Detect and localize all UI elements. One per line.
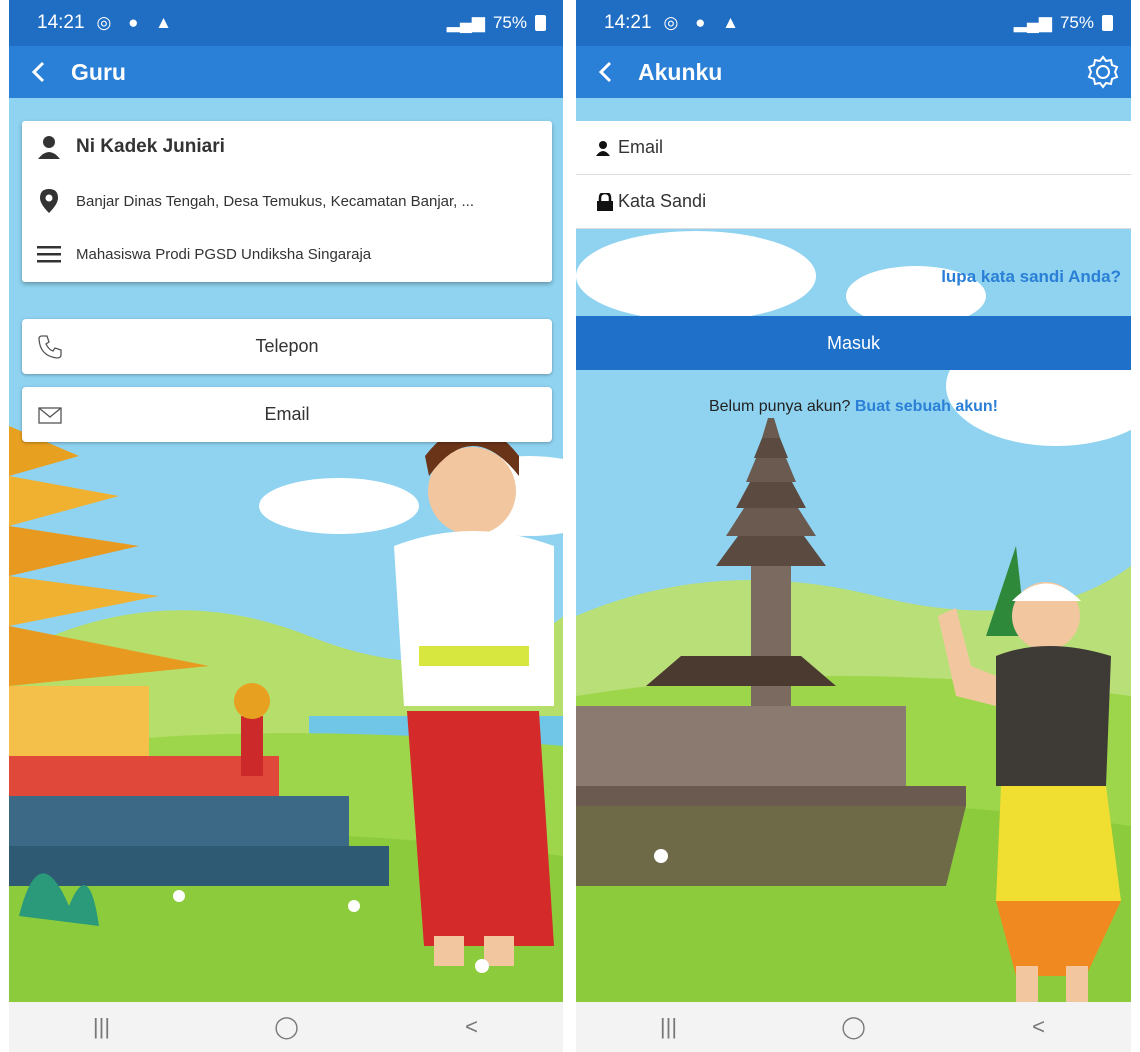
notification-icons: ◎ ● ▲ xyxy=(96,13,178,32)
page-title: Guru xyxy=(71,58,126,85)
teacher-info-card: Ni Kadek Juniari Banjar Dinas Tengah, De… xyxy=(22,121,552,282)
status-time: 14:21 xyxy=(37,12,85,33)
status-right-group: ▂▄▆ 75% xyxy=(1014,13,1113,33)
lock-icon xyxy=(596,192,618,211)
app-bar: Guru xyxy=(9,46,564,98)
status-time: 14:21 xyxy=(604,12,652,33)
person-icon xyxy=(596,140,618,156)
page-title: Akunku xyxy=(638,58,723,85)
envelope-icon xyxy=(38,407,62,424)
system-nav-bar: ||| ◯ < xyxy=(9,1002,564,1052)
system-back-button[interactable]: < xyxy=(442,1007,502,1047)
recent-apps-button[interactable]: ||| xyxy=(639,1007,699,1047)
menu-lines-icon xyxy=(22,245,76,263)
battery-percent: 75% xyxy=(492,13,527,32)
battery-percent: 75% xyxy=(1059,13,1094,32)
teacher-address: Banjar Dinas Tengah, Desa Temukus, Kecam… xyxy=(76,192,475,210)
status-bar: 14:21 ◎ ● ▲ ▂▄▆ 75% xyxy=(576,0,1131,46)
call-button-label: Telepon xyxy=(255,336,319,356)
right-phone-screen: 14:21 ◎ ● ▲ ▂▄▆ 75% Akunku Email Kata Sa… xyxy=(576,0,1131,1052)
system-nav-bar: ||| ◯ < xyxy=(576,1002,1131,1052)
chevron-left-icon xyxy=(31,61,45,83)
battery-icon xyxy=(535,15,546,31)
settings-gear-icon[interactable] xyxy=(1085,54,1121,90)
signup-prompt: Belum punya akun? Buat sebuah akun! xyxy=(576,398,1131,416)
email-field[interactable]: Email xyxy=(576,121,1131,175)
status-bar: 14:21 ◎ ● ▲ ▂▄▆ 75% xyxy=(9,0,564,46)
battery-icon xyxy=(1102,15,1113,31)
recent-apps-button[interactable]: ||| xyxy=(72,1007,132,1047)
signal-icon: ▂▄▆ xyxy=(1013,13,1052,32)
signup-question: Belum punya akun? xyxy=(708,398,851,415)
teacher-description-row: Mahasiswa Prodi PGSD Undiksha Singaraja xyxy=(22,236,552,272)
status-right-group: ▂▄▆ 75% xyxy=(447,13,546,33)
login-button[interactable]: Masuk xyxy=(576,316,1131,370)
screen-divider xyxy=(563,0,577,1052)
app-bar: Akunku xyxy=(576,46,1131,98)
screenshot-stage: 14:21 ◎ ● ▲ ▂▄▆ 75% Guru Ni Kadek Juniar… xyxy=(0,0,1140,1052)
password-placeholder: Kata Sandi xyxy=(618,191,707,211)
temple-landscape-illustration xyxy=(576,96,1131,1002)
back-button[interactable] xyxy=(21,52,55,92)
left-phone-screen: 14:21 ◎ ● ▲ ▂▄▆ 75% Guru Ni Kadek Juniar… xyxy=(9,0,564,1052)
teacher-description: Mahasiswa Prodi PGSD Undiksha Singaraja xyxy=(76,245,372,263)
email-button[interactable]: Email xyxy=(22,387,552,442)
person-icon xyxy=(22,135,76,159)
password-field[interactable]: Kata Sandi xyxy=(576,175,1131,229)
location-pin-icon xyxy=(22,189,76,213)
teacher-name-row: Ni Kadek Juniari xyxy=(22,129,552,165)
home-button[interactable]: ◯ xyxy=(257,1007,317,1047)
email-button-label: Email xyxy=(264,404,310,424)
teacher-address-row: Banjar Dinas Tengah, Desa Temukus, Kecam… xyxy=(22,183,552,219)
back-button[interactable] xyxy=(588,52,622,92)
forgot-password-link[interactable]: lupa kata sandi Anda? xyxy=(941,267,1121,287)
call-button[interactable]: Telepon xyxy=(22,319,552,374)
notification-icons: ◎ ● ▲ xyxy=(663,13,745,32)
signup-link[interactable]: Buat sebuah akun! xyxy=(855,398,998,415)
system-back-button[interactable]: < xyxy=(1009,1007,1069,1047)
email-placeholder: Email xyxy=(618,137,664,157)
signal-icon: ▂▄▆ xyxy=(446,13,485,32)
teacher-name: Ni Kadek Juniari xyxy=(76,136,225,157)
chevron-left-icon xyxy=(598,61,612,83)
phone-icon xyxy=(38,335,62,359)
home-button[interactable]: ◯ xyxy=(824,1007,884,1047)
